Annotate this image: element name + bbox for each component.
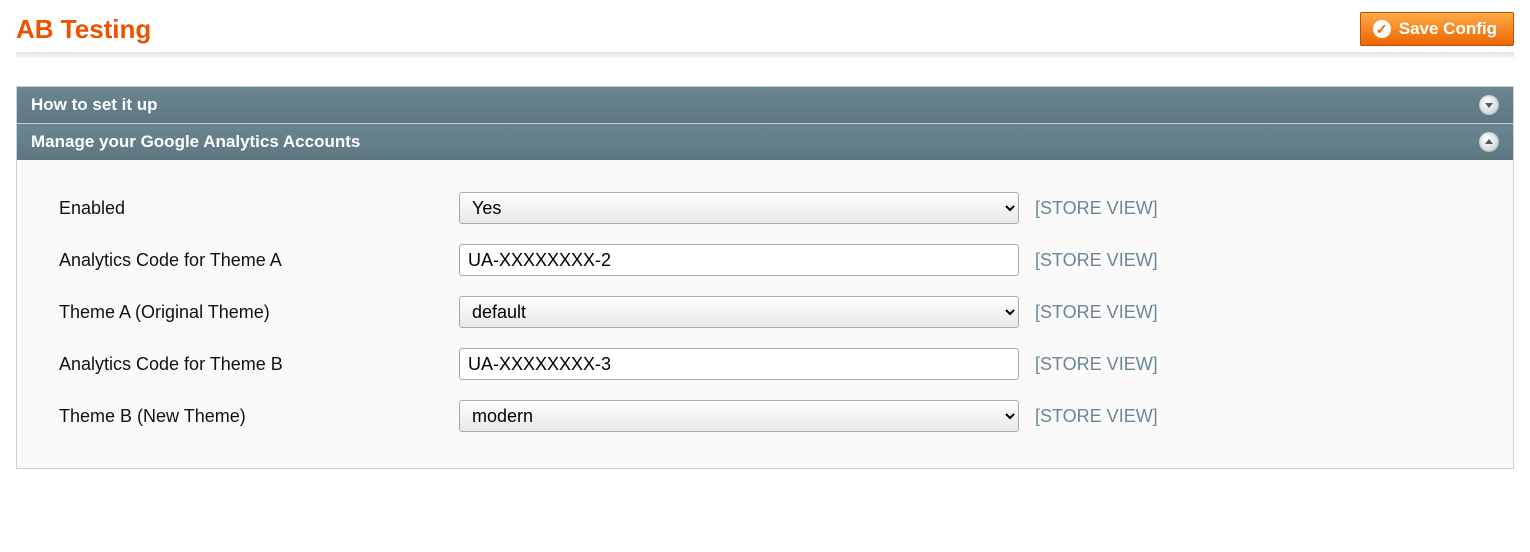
chevron-up-icon xyxy=(1479,132,1499,152)
label-code-a: Analytics Code for Theme A xyxy=(51,234,451,286)
scope-code-a: [STORE VIEW] xyxy=(1027,234,1489,286)
section-title-ga: Manage your Google Analytics Accounts xyxy=(31,132,360,152)
chevron-down-icon xyxy=(1479,95,1499,115)
section-title-setup: How to set it up xyxy=(31,95,158,115)
label-enabled: Enabled xyxy=(51,182,451,234)
label-code-b: Analytics Code for Theme B xyxy=(51,338,451,390)
label-theme-b: Theme B (New Theme) xyxy=(51,390,451,442)
scope-theme-a: [STORE VIEW] xyxy=(1027,286,1489,338)
check-icon: ✓ xyxy=(1373,20,1391,38)
save-config-button[interactable]: ✓ Save Config xyxy=(1360,12,1514,46)
save-config-label: Save Config xyxy=(1399,19,1497,39)
input-code-a[interactable] xyxy=(459,244,1019,276)
label-theme-a: Theme A (Original Theme) xyxy=(51,286,451,338)
header-divider xyxy=(16,52,1514,58)
row-code-a: Analytics Code for Theme A [STORE VIEW] xyxy=(51,234,1489,286)
section-header-setup[interactable]: How to set it up xyxy=(17,87,1513,123)
section-how-to-set-up: How to set it up xyxy=(16,86,1514,124)
row-theme-a: Theme A (Original Theme) default [STORE … xyxy=(51,286,1489,338)
input-code-b[interactable] xyxy=(459,348,1019,380)
row-theme-b: Theme B (New Theme) modern [STORE VIEW] xyxy=(51,390,1489,442)
select-theme-a[interactable]: default xyxy=(459,296,1019,328)
row-enabled: Enabled Yes [STORE VIEW] xyxy=(51,182,1489,234)
scope-theme-b: [STORE VIEW] xyxy=(1027,390,1489,442)
section-google-analytics: Manage your Google Analytics Accounts En… xyxy=(16,123,1514,469)
row-code-b: Analytics Code for Theme B [STORE VIEW] xyxy=(51,338,1489,390)
config-fields-table: Enabled Yes [STORE VIEW] Analytics Code … xyxy=(51,182,1489,442)
scope-enabled: [STORE VIEW] xyxy=(1027,182,1489,234)
page-title: AB Testing xyxy=(16,14,151,45)
section-body-ga: Enabled Yes [STORE VIEW] Analytics Code … xyxy=(17,160,1513,468)
section-header-ga[interactable]: Manage your Google Analytics Accounts xyxy=(17,124,1513,160)
scope-code-b: [STORE VIEW] xyxy=(1027,338,1489,390)
select-enabled[interactable]: Yes xyxy=(459,192,1019,224)
select-theme-b[interactable]: modern xyxy=(459,400,1019,432)
page-header: AB Testing ✓ Save Config xyxy=(16,12,1514,46)
